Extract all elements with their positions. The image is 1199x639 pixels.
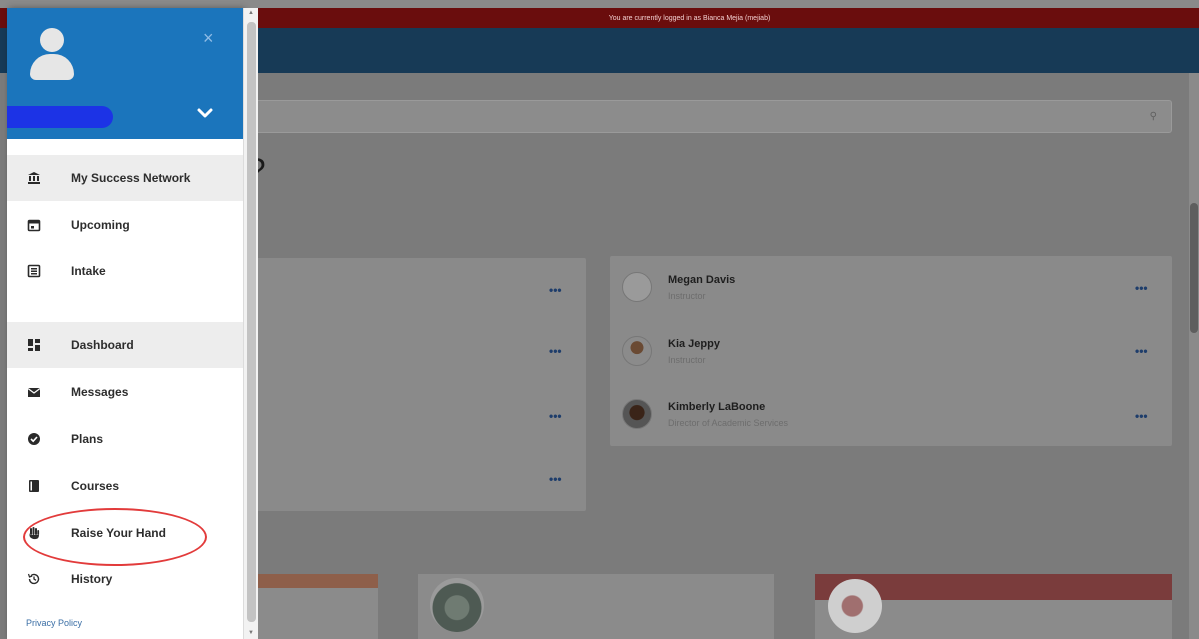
more-options-button[interactable]: ••• <box>1135 344 1148 358</box>
drawer-scrollbar[interactable]: ▲ ▼ <box>243 8 258 639</box>
chevron-down-icon[interactable] <box>195 106 215 122</box>
menu-item-upcoming[interactable]: Upcoming <box>7 202 243 248</box>
menu-item-my-success-network[interactable]: My Success Network <box>7 155 243 201</box>
avatar <box>622 399 652 429</box>
navigation-drawer: × My Success Network Upcoming Intake Das… <box>7 8 243 639</box>
menu-item-label: Dashboard <box>71 338 134 352</box>
contact-role: Director of Academic Services <box>668 418 789 428</box>
close-icon[interactable]: × <box>203 28 214 49</box>
calendar-icon <box>27 218 41 232</box>
contact-name[interactable]: Kia Jeppy <box>668 338 720 350</box>
menu-item-label: History <box>71 572 113 586</box>
success-network-card: Megan Davis Instructor ••• Kia Jeppy Ins… <box>610 256 1172 446</box>
drawer-header: × <box>7 8 243 139</box>
redacted-username <box>7 106 113 128</box>
contact-role: Instructor <box>668 355 706 365</box>
dashboard-icon <box>27 338 41 352</box>
avatar <box>622 272 652 302</box>
contact-role: Instructor <box>668 291 706 301</box>
appointments-card: ••• ••• ••• ••• <box>232 258 586 511</box>
more-options-button[interactable]: ••• <box>1135 281 1148 295</box>
scroll-up-arrow-icon[interactable]: ▲ <box>248 10 254 16</box>
menu-item-history[interactable]: History <box>7 556 243 602</box>
history-icon <box>27 572 41 586</box>
envelope-icon <box>27 385 41 399</box>
menu-item-dashboard[interactable]: Dashboard <box>7 322 243 368</box>
menu-item-intake[interactable]: Intake <box>7 248 243 294</box>
hand-icon <box>27 526 41 540</box>
laptop-image <box>430 578 484 632</box>
drawer-scrollbar-thumb[interactable] <box>247 22 256 622</box>
user-avatar-icon <box>27 28 77 83</box>
menu-item-label: Raise Your Hand <box>71 526 166 540</box>
list-icon <box>27 264 41 278</box>
menu-item-label: Courses <box>71 479 120 493</box>
app-screen: You are currently logged in as Bianca Me… <box>0 0 1199 639</box>
more-options-button[interactable]: ••• <box>549 409 562 423</box>
book-icon <box>27 479 41 493</box>
contact-name[interactable]: Kimberly LaBoone <box>668 401 765 413</box>
check-circle-icon <box>27 432 41 446</box>
avatar <box>622 336 652 366</box>
menu-item-plans[interactable]: Plans <box>7 416 243 462</box>
desk-image <box>828 579 882 633</box>
search-bar[interactable]: ⚲ <box>230 100 1172 133</box>
menu-item-label: Messages <box>71 385 129 399</box>
scroll-down-arrow-icon[interactable]: ▼ <box>248 630 254 636</box>
bank-icon <box>27 171 41 185</box>
page-scrollbar-thumb[interactable] <box>1190 203 1198 333</box>
search-icon[interactable]: ⚲ <box>1150 111 1157 122</box>
menu-item-label: My Success Network <box>71 171 191 185</box>
privacy-policy-link[interactable]: Privacy Policy <box>26 618 82 628</box>
menu-item-messages[interactable]: Messages <box>7 369 243 415</box>
menu-item-label: Upcoming <box>71 218 130 232</box>
more-options-button[interactable]: ••• <box>549 472 562 486</box>
more-options-button[interactable]: ••• <box>549 283 562 297</box>
menu-item-label: Intake <box>71 264 106 278</box>
menu-item-label: Plans <box>71 432 104 446</box>
more-options-button[interactable]: ••• <box>549 344 562 358</box>
more-options-button[interactable]: ••• <box>1135 409 1148 423</box>
menu-item-courses[interactable]: Courses <box>7 463 243 509</box>
page-scrollbar[interactable] <box>1189 73 1199 639</box>
contact-name[interactable]: Megan Davis <box>668 274 735 286</box>
menu-item-raise-your-hand[interactable]: Raise Your Hand <box>7 510 243 556</box>
